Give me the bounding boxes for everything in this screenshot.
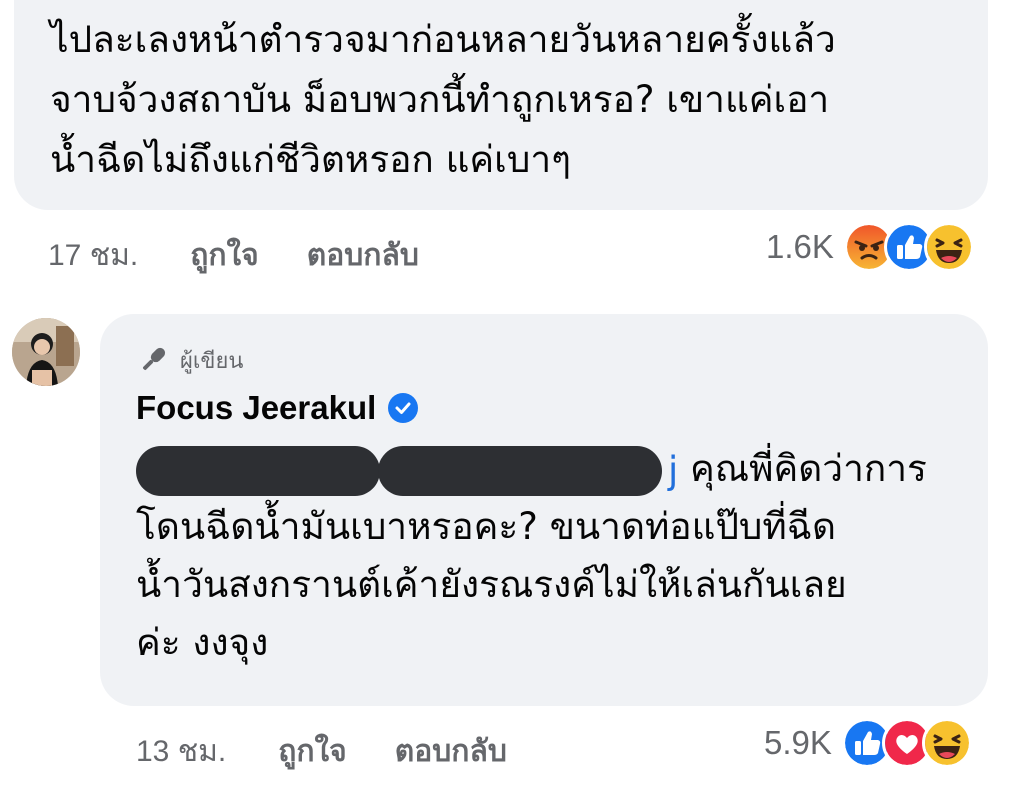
author-row: Focus Jeerakul <box>136 386 958 430</box>
microphone-icon <box>143 347 166 370</box>
verified-badge-icon <box>388 393 419 423</box>
like-button-1[interactable]: ถูกใจ <box>190 232 259 279</box>
haha-emoji-icon <box>923 222 974 272</box>
author-name[interactable]: Focus Jeerakul <box>136 389 376 427</box>
comment-text-2: j คุณพี่คิดว่าการ โดนฉีดน้ำมันเบาหรอคะ? … <box>136 440 958 672</box>
comment-text-1: ไปละเลงหน้าตำรวจมาก่อนหลายวันหลายครั้งแล… <box>50 18 836 181</box>
mention-tail: j <box>668 448 679 492</box>
reaction-count-2: 5.9K <box>764 724 832 761</box>
reply-button-2[interactable]: ตอบกลับ <box>395 728 507 775</box>
redaction-bar-2 <box>378 445 662 496</box>
author-badge-label: ผู้เขียน <box>180 348 244 374</box>
reaction-icons-1 <box>843 222 974 272</box>
redaction-bar-1 <box>136 445 380 496</box>
author-avatar[interactable] <box>12 318 80 386</box>
comment-actions-1: 17 ชม. ถูกใจ ตอบกลับ <box>48 232 419 279</box>
reaction-summary-2[interactable]: 5.9K <box>764 718 972 768</box>
author-badge: ผู้เขียน <box>136 342 958 378</box>
comment-actions-2: 13 ชม. ถูกใจ ตอบกลับ <box>136 728 507 775</box>
comment-timestamp-2[interactable]: 13 ชม. <box>136 728 226 775</box>
like-button-2[interactable]: ถูกใจ <box>278 728 347 775</box>
haha-emoji-icon <box>921 718 972 768</box>
comment-bubble-1: ไปละเลงหน้าตำรวจมาก่อนหลายวันหลายครั้งแล… <box>14 0 988 210</box>
comment-bubble-2: ผู้เขียน Focus Jeerakul j คุณพี่คิดว่ากา… <box>100 314 988 706</box>
reaction-summary-1[interactable]: 1.6K <box>766 222 974 272</box>
avatar-photo <box>12 318 80 386</box>
comment-text-2-rest: โดนฉีดน้ำมันเบาหรอคะ? ขนาดท่อแป๊บที่ฉีด … <box>136 505 847 664</box>
reaction-icons-2 <box>841 718 972 768</box>
comment-timestamp-1[interactable]: 17 ชม. <box>48 232 138 279</box>
reply-button-1[interactable]: ตอบกลับ <box>307 232 419 279</box>
redacted-mention[interactable]: j <box>136 445 678 496</box>
comment-text-2-line1: คุณพี่คิดว่าการ <box>678 447 927 490</box>
reaction-count-1: 1.6K <box>766 228 834 265</box>
comment-thread: ไปละเลงหน้าตำรวจมาก่อนหลายวันหลายครั้งแล… <box>0 0 1024 806</box>
